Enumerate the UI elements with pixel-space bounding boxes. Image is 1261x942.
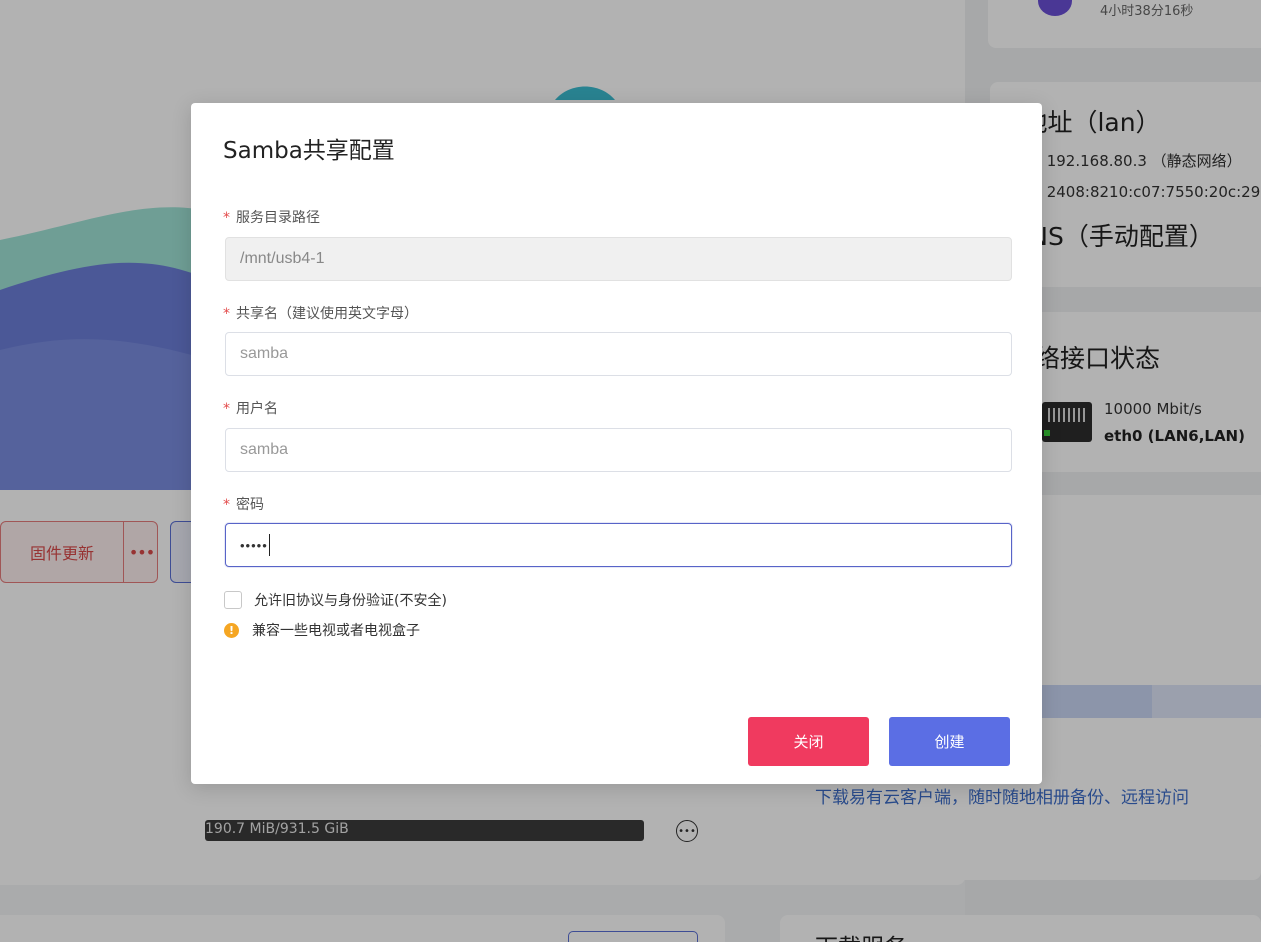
required-mark: * (223, 401, 230, 417)
compat-hint-row: ! 兼容一些电视或者电视盒子 (224, 620, 420, 640)
legacy-protocol-label[interactable]: 允许旧协议与身份验证(不安全) (254, 590, 447, 610)
compat-hint-text: 兼容一些电视或者电视盒子 (252, 623, 420, 639)
path-label-text: 服务目录路径 (236, 210, 320, 226)
username-label-text: 用户名 (236, 401, 278, 417)
username-label: * 用户名 (223, 398, 278, 418)
warning-icon: ! (224, 622, 239, 638)
close-button[interactable]: 关闭 (748, 717, 869, 766)
username-input[interactable]: samba (225, 428, 1012, 472)
share-name-label: * 共享名（建议使用英文字母） (223, 303, 418, 323)
dialog-title: Samba共享配置 (223, 138, 395, 164)
required-mark: * (223, 306, 230, 322)
legacy-protocol-checkbox[interactable] (224, 591, 242, 609)
share-name-input[interactable]: samba (225, 332, 1012, 376)
password-label: * 密码 (223, 494, 264, 514)
path-label: * 服务目录路径 (223, 207, 320, 227)
password-input[interactable]: ••••• (225, 523, 1012, 567)
password-value: ••••• (240, 537, 268, 553)
create-button[interactable]: 创建 (889, 717, 1010, 766)
username-value: samba (240, 441, 289, 458)
required-mark: * (223, 210, 230, 226)
legacy-protocol-row[interactable]: 允许旧协议与身份验证(不安全) (224, 590, 447, 610)
samba-config-dialog: Samba共享配置 * 服务目录路径 /mnt/usb4-1 * 共享名（建议使用英… (191, 103, 1042, 784)
path-input: /mnt/usb4-1 (225, 237, 1012, 281)
password-label-text: 密码 (236, 497, 264, 513)
text-caret (268, 534, 270, 556)
share-name-label-text: 共享名（建议使用英文字母） (236, 306, 418, 322)
required-mark: * (223, 497, 230, 513)
path-value: /mnt/usb4-1 (240, 250, 325, 267)
share-name-value: samba (240, 345, 289, 362)
